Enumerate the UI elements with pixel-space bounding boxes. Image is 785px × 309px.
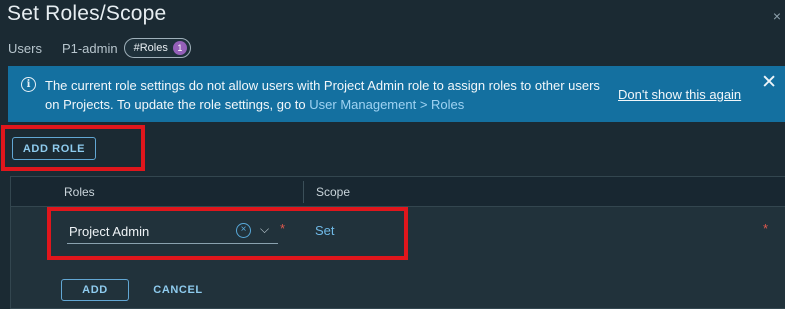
breadcrumb-user[interactable]: P1-admin: [62, 41, 118, 56]
info-banner: i The current role settings do not allow…: [8, 66, 785, 122]
close-icon[interactable]: ×: [773, 8, 781, 24]
breadcrumb: Users P1-admin #Roles 1: [8, 38, 191, 58]
dialog-title: Set Roles/Scope: [7, 2, 167, 25]
column-divider: [303, 181, 304, 203]
roles-pill-label: #Roles: [133, 42, 168, 54]
highlight-box-add-role: [1, 125, 145, 171]
table-header: Roles Scope: [11, 177, 785, 207]
add-button[interactable]: ADD: [61, 279, 129, 301]
scope-required-marker: *: [763, 221, 769, 236]
banner-close-icon[interactable]: ✕: [761, 73, 777, 93]
column-header-roles: Roles: [64, 185, 95, 199]
banner-message: The current role settings do not allow u…: [45, 76, 605, 114]
dont-show-again-link[interactable]: Don't show this again: [618, 87, 741, 102]
roles-count-badge: 1: [172, 41, 187, 55]
breadcrumb-users[interactable]: Users: [8, 41, 42, 56]
info-icon: i: [21, 77, 36, 92]
cancel-button[interactable]: CANCEL: [147, 279, 209, 301]
roles-tab-pill[interactable]: #Roles 1: [123, 38, 191, 58]
set-roles-dialog: Set Roles/Scope × Users P1-admin #Roles …: [0, 0, 785, 309]
highlight-box-role-row: [47, 207, 408, 260]
column-header-scope: Scope: [316, 185, 351, 199]
user-management-roles-link[interactable]: User Management > Roles: [309, 97, 464, 112]
